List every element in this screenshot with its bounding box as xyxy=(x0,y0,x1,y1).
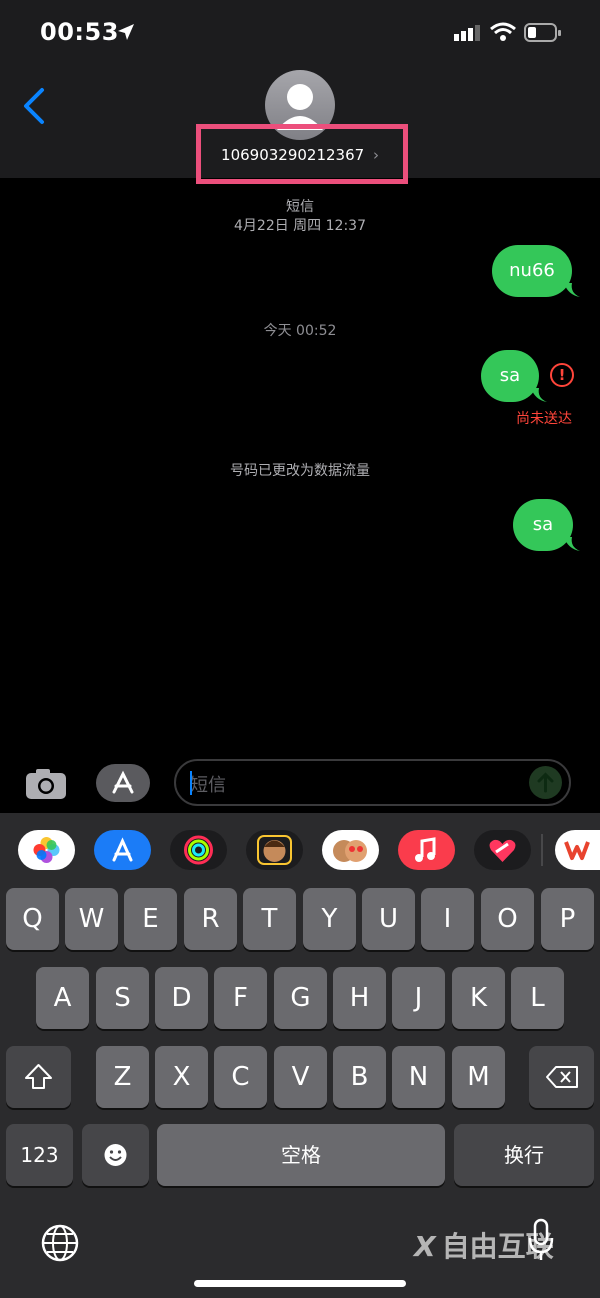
app-store-icon xyxy=(112,770,134,794)
highlight-box xyxy=(196,124,408,184)
text-caret xyxy=(190,771,192,795)
app-store-button[interactable] xyxy=(96,764,150,802)
bubble-tail xyxy=(564,537,580,551)
key-b[interactable]: B xyxy=(333,1046,386,1108)
key-i[interactable]: I xyxy=(421,888,474,950)
key-m[interactable]: M xyxy=(452,1046,505,1108)
signal-icon xyxy=(454,25,482,45)
key-r[interactable]: R xyxy=(184,888,237,950)
key-p[interactable]: P xyxy=(541,888,594,950)
emoji-icon xyxy=(104,1144,127,1166)
time-divider: 今天 00:52 xyxy=(263,323,337,339)
music-app-icon[interactable] xyxy=(398,830,455,870)
delivery-status: 尚未送达 xyxy=(516,411,572,427)
key-z[interactable]: Z xyxy=(96,1046,149,1108)
system-notice: 号码已更改为数据流量 xyxy=(230,463,370,479)
key-o[interactable]: O xyxy=(481,888,534,950)
app-store-app-icon[interactable] xyxy=(94,830,151,870)
message-input-placeholder: 短信 xyxy=(190,775,226,796)
key-d[interactable]: D xyxy=(155,967,208,1029)
status-time: 00:53 xyxy=(40,18,119,46)
message-type-label: 短信 xyxy=(286,199,314,215)
app-drawer-divider xyxy=(541,834,543,866)
camera-icon[interactable] xyxy=(24,766,68,800)
battery-icon xyxy=(524,22,562,48)
key-c[interactable]: C xyxy=(214,1046,267,1108)
memoji-app-icon[interactable] xyxy=(246,830,303,870)
bubble-tail xyxy=(531,388,547,402)
key-j[interactable]: J xyxy=(392,967,445,1029)
wifi-icon xyxy=(490,22,516,46)
conversation-date: 4月22日 周四 12:37 xyxy=(234,218,366,234)
return-key[interactable]: 换行 xyxy=(454,1124,594,1186)
home-indicator[interactable] xyxy=(194,1280,406,1287)
globe-icon[interactable] xyxy=(40,1223,80,1263)
shift-key[interactable] xyxy=(6,1046,71,1108)
key-n[interactable]: N xyxy=(392,1046,445,1108)
activity-app-icon[interactable] xyxy=(170,830,227,870)
key-t[interactable]: T xyxy=(243,888,296,950)
wps-app-icon[interactable] xyxy=(555,830,600,870)
key-s[interactable]: S xyxy=(96,967,149,1029)
key-f[interactable]: F xyxy=(214,967,267,1029)
space-key[interactable]: 空格 xyxy=(157,1124,445,1186)
key-g[interactable]: G xyxy=(274,967,327,1029)
location-icon xyxy=(118,24,134,40)
key-q[interactable]: Q xyxy=(6,888,59,950)
back-chevron-icon[interactable] xyxy=(20,86,50,126)
key-x[interactable]: X xyxy=(155,1046,208,1108)
message-input[interactable] xyxy=(174,759,571,806)
message-bubble[interactable]: nu66 xyxy=(492,245,572,297)
key-l[interactable]: L xyxy=(511,967,564,1029)
key-a[interactable]: A xyxy=(36,967,89,1029)
numbers-key[interactable]: 123 xyxy=(6,1124,73,1186)
key-u[interactable]: U xyxy=(362,888,415,950)
shift-icon xyxy=(25,1064,52,1089)
delete-key[interactable] xyxy=(529,1046,594,1108)
bubble-tail xyxy=(564,283,580,297)
digital-touch-icon[interactable] xyxy=(474,830,531,870)
send-button[interactable] xyxy=(529,766,562,799)
key-w[interactable]: W xyxy=(65,888,118,950)
memoji-stickers-icon[interactable] xyxy=(322,830,379,870)
watermark: X 自由互联 xyxy=(414,1230,554,1263)
key-e[interactable]: E xyxy=(124,888,177,950)
photos-app-icon[interactable] xyxy=(18,830,75,870)
delete-icon xyxy=(546,1066,578,1088)
key-v[interactable]: V xyxy=(274,1046,327,1108)
arrow-up-icon xyxy=(537,772,554,793)
x-logo-icon: X xyxy=(414,1230,436,1263)
error-icon[interactable]: ! xyxy=(550,363,574,387)
key-k[interactable]: K xyxy=(452,967,505,1029)
key-y[interactable]: Y xyxy=(303,888,356,950)
emoji-key[interactable] xyxy=(82,1124,149,1186)
key-h[interactable]: H xyxy=(333,967,386,1029)
